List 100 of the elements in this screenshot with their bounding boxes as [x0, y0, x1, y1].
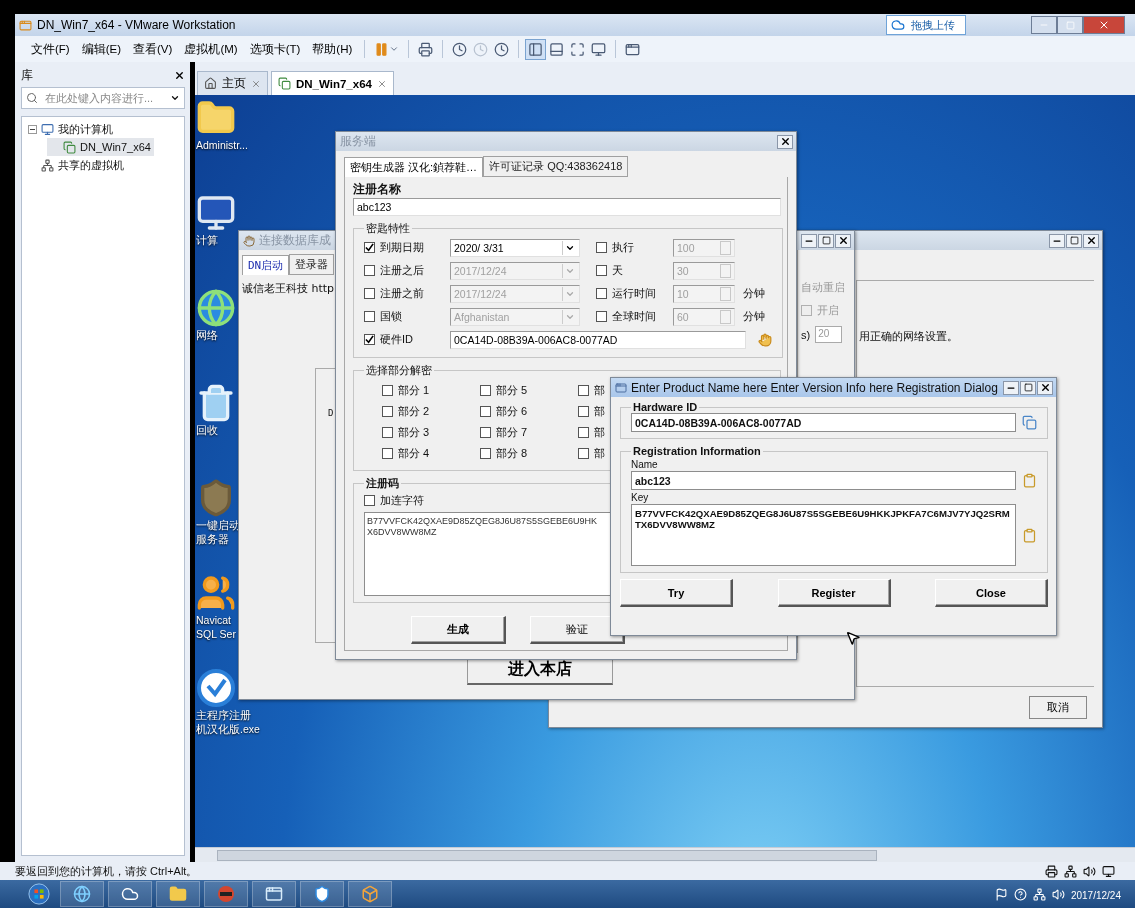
group-title: 注册码	[365, 476, 400, 491]
tab[interactable]: DN启动	[242, 255, 290, 275]
collapse-icon[interactable]	[28, 124, 37, 134]
computer-icon	[196, 193, 236, 233]
close-button[interactable]	[835, 233, 851, 248]
action-button[interactable]: 生成	[411, 616, 506, 644]
maximize-button[interactable]	[1066, 233, 1082, 248]
close-button[interactable]	[1083, 233, 1099, 248]
monitor-icon[interactable]	[1102, 864, 1115, 878]
dialog-button[interactable]: Register	[777, 579, 891, 607]
checkbox[interactable]	[364, 265, 375, 276]
sidebar-icon	[528, 41, 544, 57]
help-icon[interactable]	[1013, 887, 1027, 901]
printer-icon[interactable]	[1045, 864, 1058, 878]
tree-item[interactable]: 我的计算机	[25, 120, 116, 138]
tree-item[interactable]: 共享的虚拟机	[25, 156, 127, 174]
cloud-icon	[121, 885, 139, 903]
cancel-button[interactable]: 取消	[1029, 695, 1087, 719]
window-title: 连接数据库成	[259, 232, 331, 249]
checkbox[interactable]	[480, 385, 491, 396]
minimize-button[interactable]	[1003, 380, 1019, 395]
hand-icon[interactable]	[758, 332, 772, 347]
text-field[interactable]: 0CA14D-08B39A-006AC8-0077AD	[450, 330, 746, 349]
close-button[interactable]	[777, 134, 793, 149]
menu-item[interactable]: 查看(V)	[127, 39, 179, 59]
copy-icon[interactable]	[1022, 415, 1037, 430]
status-text: 要返回到您的计算机，请按 Ctrl+Alt。	[15, 863, 199, 879]
field-label: 注册名称	[353, 182, 402, 197]
maximize-button[interactable]	[818, 233, 834, 248]
app-icon	[19, 18, 32, 32]
menu-item[interactable]: 文件(F)	[25, 39, 76, 59]
taskbar-button[interactable]	[60, 881, 104, 907]
checkbox[interactable]	[382, 448, 393, 459]
hardware-id-field[interactable]: 0CA14D-08B39A-006AC8-0077AD	[631, 413, 1016, 432]
tab[interactable]: 许可证记录 QQ:438362418	[483, 156, 629, 177]
minimize-button[interactable]	[801, 233, 817, 248]
name-field[interactable]: abc123	[353, 198, 781, 216]
checkbox[interactable]	[382, 406, 393, 417]
maximize-button[interactable]	[1057, 16, 1083, 34]
checkbox[interactable]	[578, 385, 589, 396]
checkbox[interactable]	[578, 448, 589, 459]
checkbox[interactable]	[364, 334, 375, 345]
checkbox[interactable]	[364, 242, 375, 253]
checkbox[interactable]	[364, 311, 375, 322]
tab[interactable]: 密钥生成器 汉化:鍞荐鞋…	[344, 157, 484, 177]
taskbar-button[interactable]	[300, 881, 344, 907]
checkbox[interactable]	[382, 385, 393, 396]
maximize-button[interactable]	[1020, 380, 1036, 395]
taskbar-button[interactable]	[108, 881, 152, 907]
checkbox[interactable]	[382, 427, 393, 438]
tab[interactable]: 登录器	[289, 254, 335, 275]
close-button[interactable]	[1037, 380, 1053, 395]
scrollbar-thumb[interactable]	[217, 849, 877, 861]
taskbar-button[interactable]	[348, 881, 392, 907]
minimize-button[interactable]	[1049, 233, 1065, 248]
checkbox[interactable]	[364, 495, 375, 506]
search-field[interactable]: 在此处键入内容进行...	[21, 87, 185, 109]
spinner-icon	[720, 240, 731, 255]
group-title: Registration Information	[632, 445, 762, 457]
close-icon[interactable]	[376, 78, 387, 89]
key-text-area[interactable]: B77VVFCK42QXAE9D85ZQEG8J6U87S5SGEBE6U9HKKJPKFA7C6MJV7YJQ2SRMTX6DVV8WW8MZ	[631, 504, 1016, 566]
taskbar-button[interactable]	[252, 881, 296, 907]
checkbox-label: 运行时间	[612, 286, 656, 301]
checkbox[interactable]	[578, 427, 589, 438]
tree-item[interactable]: DN_Win7_x64	[47, 138, 154, 156]
taskbar-button[interactable]	[204, 881, 248, 907]
name-field[interactable]: abc123	[631, 471, 1016, 490]
checkbox[interactable]	[480, 448, 491, 459]
search-icon	[26, 92, 38, 104]
close-icon	[174, 69, 185, 81]
flag-icon[interactable]	[994, 887, 1008, 901]
upload-button[interactable]: 拖拽上传	[886, 15, 966, 35]
toolbar-button[interactable]	[525, 38, 547, 60]
clipboard-icon[interactable]	[1022, 527, 1037, 543]
dropdown-field[interactable]: 2020/ 3/31	[450, 238, 580, 257]
dialog-button[interactable]: Try	[620, 579, 733, 607]
menu-item[interactable]: 编辑(E)	[75, 39, 128, 59]
fullscreen-icon	[570, 41, 586, 57]
checkbox-label: 部分 3	[398, 425, 430, 440]
taskbar-button[interactable]	[156, 881, 200, 907]
menu-item[interactable]: 虚拟机(M)	[178, 39, 244, 59]
network-icon[interactable]	[1064, 864, 1077, 878]
speaker-icon[interactable]	[1083, 864, 1096, 878]
window-icon	[625, 41, 641, 57]
horizontal-scrollbar[interactable]	[195, 847, 1135, 862]
checkbox[interactable]	[578, 406, 589, 417]
close-button[interactable]	[174, 69, 185, 81]
checkbox[interactable]	[480, 427, 491, 438]
checkbox[interactable]	[364, 288, 375, 299]
menu-item[interactable]: 帮助(H)	[306, 39, 359, 59]
menu-item[interactable]: 选项卡(T)	[243, 39, 307, 59]
tab[interactable]: 主页	[197, 71, 268, 95]
network-icon[interactable]	[1032, 887, 1046, 901]
checkbox[interactable]	[480, 406, 491, 417]
tab[interactable]: DN_Win7_x64	[271, 71, 394, 95]
close-icon[interactable]	[251, 78, 261, 89]
dialog-button[interactable]: Close	[935, 579, 1048, 607]
app-icon	[615, 381, 627, 394]
speaker-icon[interactable]	[1051, 887, 1065, 901]
clipboard-icon[interactable]	[1022, 473, 1037, 488]
